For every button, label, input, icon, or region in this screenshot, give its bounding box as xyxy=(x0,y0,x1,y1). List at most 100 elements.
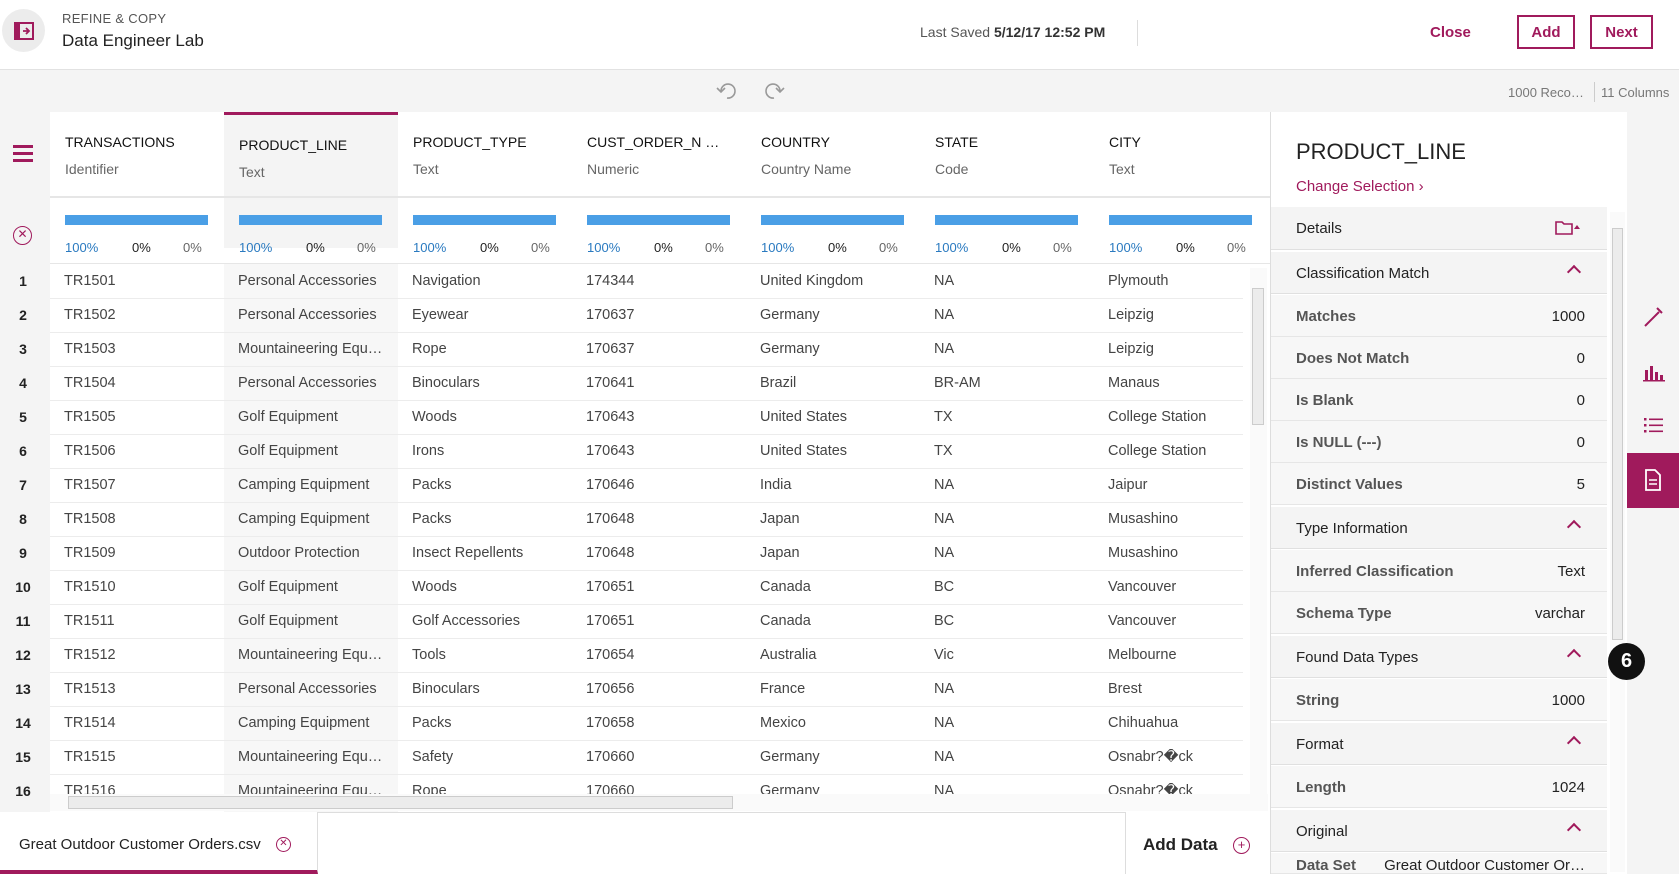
table-cell[interactable]: Australia xyxy=(760,647,918,663)
chevron-up-icon[interactable] xyxy=(1566,735,1582,751)
wand-icon[interactable] xyxy=(1638,302,1668,332)
table-cell[interactable]: Packs xyxy=(412,477,570,493)
column-header[interactable]: CITY Text xyxy=(1094,112,1268,196)
table-cell[interactable]: Outdoor Protection xyxy=(238,545,396,561)
grid-horizontal-scroll-thumb[interactable] xyxy=(68,796,733,809)
row-number[interactable]: 11 xyxy=(0,613,46,629)
table-cell[interactable]: 170637 xyxy=(586,341,744,357)
table-cell[interactable]: Leipzig xyxy=(1108,341,1266,357)
table-cell[interactable]: NA xyxy=(934,681,1092,697)
table-cell[interactable]: TR1512 xyxy=(64,647,222,663)
table-cell[interactable]: Woods xyxy=(412,409,570,425)
table-cell[interactable]: TX xyxy=(934,443,1092,459)
table-cell[interactable]: Vic xyxy=(934,647,1092,663)
table-cell[interactable]: TR1504 xyxy=(64,375,222,391)
table-cell[interactable]: Golf Accessories xyxy=(412,613,570,629)
table-cell[interactable]: 170651 xyxy=(586,579,744,595)
row-number[interactable]: 6 xyxy=(0,443,46,459)
table-cell[interactable]: TR1507 xyxy=(64,477,222,493)
details-tab[interactable] xyxy=(1627,453,1679,508)
row-number[interactable]: 2 xyxy=(0,307,46,323)
table-cell[interactable]: College Station xyxy=(1108,409,1266,425)
table-cell[interactable]: Musashino xyxy=(1108,545,1266,561)
column-header[interactable]: STATE Code xyxy=(920,112,1094,196)
table-cell[interactable]: Musashino xyxy=(1108,511,1266,527)
table-cell[interactable]: TR1505 xyxy=(64,409,222,425)
table-cell[interactable]: Melbourne xyxy=(1108,647,1266,663)
table-cell[interactable]: Insect Repellents xyxy=(412,545,570,561)
column-header[interactable]: TRANSACTIONS Identifier xyxy=(50,112,224,196)
close-file-icon[interactable]: ✕ xyxy=(276,837,291,852)
menu-icon[interactable] xyxy=(13,145,33,166)
table-cell[interactable]: Chihuahua xyxy=(1108,715,1266,731)
column-header[interactable]: CUST_ORDER_N … Numeric xyxy=(572,112,746,196)
table-cell[interactable]: BC xyxy=(934,613,1092,629)
change-selection-label[interactable]: Change Selection xyxy=(1296,178,1414,195)
column-quality[interactable]: 100% 0% 0% xyxy=(920,198,1094,255)
table-cell[interactable]: 170643 xyxy=(586,409,744,425)
close-button[interactable]: Close xyxy=(1430,15,1471,49)
row-number[interactable]: 1 xyxy=(0,273,46,289)
row-number[interactable]: 5 xyxy=(0,409,46,425)
table-cell[interactable]: Camping Equipment xyxy=(238,477,396,493)
table-cell[interactable]: Canada xyxy=(760,579,918,595)
table-cell[interactable]: Personal Accessories xyxy=(238,375,396,391)
table-cell[interactable]: TR1502 xyxy=(64,307,222,323)
chevron-up-icon[interactable] xyxy=(1566,822,1582,838)
table-cell[interactable]: Irons xyxy=(412,443,570,459)
table-cell[interactable]: TR1506 xyxy=(64,443,222,459)
table-cell[interactable]: 174344 xyxy=(586,273,744,289)
column-quality[interactable]: 100% 0% 0% xyxy=(398,198,572,255)
table-cell[interactable]: Personal Accessories xyxy=(238,681,396,697)
table-cell[interactable]: Golf Equipment xyxy=(238,613,396,629)
table-cell[interactable]: 170641 xyxy=(586,375,744,391)
table-cell[interactable]: 170658 xyxy=(586,715,744,731)
table-cell[interactable]: TR1513 xyxy=(64,681,222,697)
row-number[interactable]: 12 xyxy=(0,647,46,663)
table-cell[interactable]: 170651 xyxy=(586,613,744,629)
table-cell[interactable]: Plymouth xyxy=(1108,273,1266,289)
column-quality[interactable]: 100% 0% 0% xyxy=(746,198,920,255)
table-cell[interactable]: 170643 xyxy=(586,443,744,459)
table-cell[interactable]: Vancouver xyxy=(1108,613,1266,629)
table-cell[interactable]: Golf Equipment xyxy=(238,409,396,425)
table-cell[interactable]: TR1510 xyxy=(64,579,222,595)
table-cell[interactable]: Safety xyxy=(412,749,570,765)
table-cell[interactable]: Canada xyxy=(760,613,918,629)
table-cell[interactable]: NA xyxy=(934,715,1092,731)
table-cell[interactable]: Osnabr?�ck xyxy=(1108,749,1266,765)
table-cell[interactable]: TR1509 xyxy=(64,545,222,561)
table-cell[interactable]: NA xyxy=(934,273,1092,289)
table-cell[interactable]: Personal Accessories xyxy=(238,273,396,289)
redo-icon[interactable] xyxy=(763,82,785,100)
table-cell[interactable]: 170648 xyxy=(586,545,744,561)
table-cell[interactable]: Brest xyxy=(1108,681,1266,697)
row-number[interactable]: 8 xyxy=(0,511,46,527)
table-cell[interactable]: 170656 xyxy=(586,681,744,697)
row-number[interactable]: 4 xyxy=(0,375,46,391)
row-number[interactable]: 3 xyxy=(0,341,46,357)
next-button[interactable]: Next xyxy=(1590,15,1653,49)
row-number[interactable]: 16 xyxy=(0,783,46,799)
table-cell[interactable]: Japan xyxy=(760,545,918,561)
table-cell[interactable]: BR-AM xyxy=(934,375,1092,391)
table-cell[interactable]: Rope xyxy=(412,341,570,357)
table-cell[interactable]: Mountaineering Equ… xyxy=(238,647,396,663)
table-cell[interactable]: Woods xyxy=(412,579,570,595)
table-cell[interactable]: TR1511 xyxy=(64,613,222,629)
table-cell[interactable]: TR1508 xyxy=(64,511,222,527)
table-cell[interactable]: Leipzig xyxy=(1108,307,1266,323)
column-header[interactable]: COUNTRY Country Name xyxy=(746,112,920,196)
type-information-section[interactable]: Type Information xyxy=(1271,507,1607,549)
table-cell[interactable]: Packs xyxy=(412,511,570,527)
add-circle-icon[interactable]: + xyxy=(1233,837,1250,854)
table-cell[interactable]: BC xyxy=(934,579,1092,595)
panel-toggle-button[interactable] xyxy=(2,9,45,52)
table-cell[interactable]: NA xyxy=(934,511,1092,527)
table-cell[interactable]: Manaus xyxy=(1108,375,1266,391)
column-quality[interactable]: 100% 0% 0% xyxy=(572,198,746,255)
row-number[interactable]: 13 xyxy=(0,681,46,697)
add-button[interactable]: Add xyxy=(1517,15,1575,49)
table-cell[interactable]: Golf Equipment xyxy=(238,443,396,459)
table-cell[interactable]: Camping Equipment xyxy=(238,715,396,731)
